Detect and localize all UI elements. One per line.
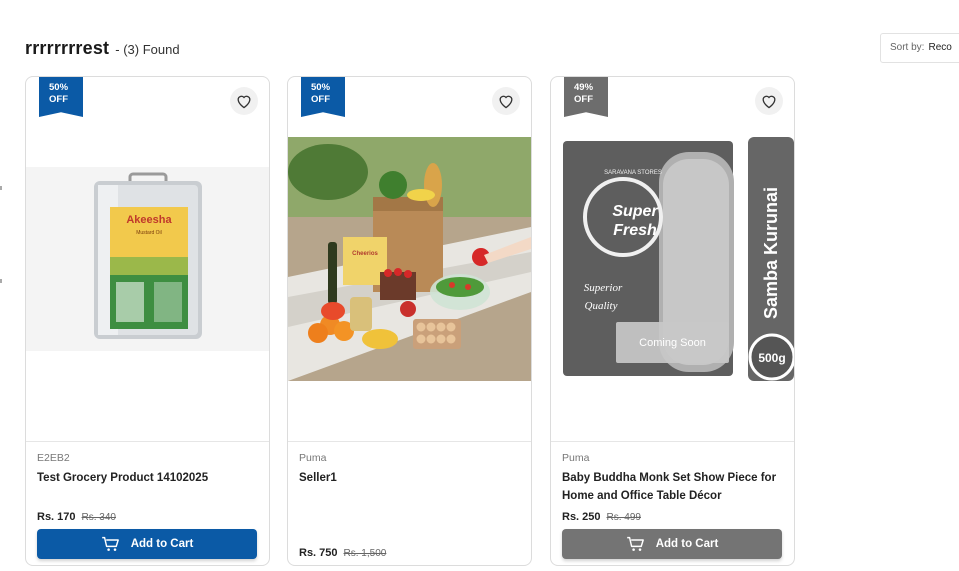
discount-badge: 50% OFF [301, 77, 345, 117]
product-name[interactable]: Test Grocery Product 14102025 [37, 469, 259, 487]
price-row: Rs. 170 Rs. 340 [37, 511, 116, 523]
original-price: Rs. 499 [606, 512, 641, 523]
package-tag-1: Superior [584, 282, 623, 294]
heart-icon [499, 95, 513, 109]
add-to-cart-label: Add to Cart [655, 538, 719, 550]
heart-icon [762, 95, 776, 109]
results-header: rrrrrrrrest - (3) Found [25, 38, 180, 59]
edge-mark [0, 279, 2, 283]
product-image[interactable]: Cheerios [288, 77, 531, 441]
card-divider [551, 441, 794, 442]
cart-icon [101, 536, 119, 551]
package-tag-2: Quality [585, 300, 618, 312]
sort-label: Sort by: [890, 42, 925, 53]
product-card[interactable]: 50% OFF Cheerios Puma Seller1 Rs. 750 Rs… [287, 76, 532, 566]
discount-badge: 50% OFF [39, 77, 83, 117]
wishlist-button[interactable] [755, 87, 783, 115]
add-to-cart-label: Add to Cart [130, 538, 194, 550]
sort-value: Reco [928, 42, 952, 53]
discount-percent: 50% [311, 82, 331, 93]
product-price: Rs. 250 [562, 511, 601, 523]
package-product-name: Samba Kurunai [761, 187, 781, 319]
original-price: Rs. 1,500 [343, 548, 387, 559]
package-store-text: SARAVANA STORES [604, 170, 662, 176]
product-name[interactable]: Baby Buddha Monk Set Show Piece for Home… [562, 469, 784, 505]
discount-badge: 49% OFF [564, 77, 608, 117]
oil-brand-text: Akeesha [126, 214, 172, 226]
cereal-box-text: Cheerios [352, 251, 378, 257]
product-image[interactable]: Akeesha Mustard Oil [26, 77, 269, 441]
wishlist-button[interactable] [230, 87, 258, 115]
discount-off-label: OFF [49, 94, 68, 105]
search-query: rrrrrrrrest [25, 38, 110, 58]
package-brand-1: Super [612, 203, 658, 220]
discount-off-label: OFF [574, 94, 593, 105]
product-card[interactable]: 50% OFF Akeesha Mustard Oil E2EB2 Test G… [25, 76, 270, 566]
results-count: - (3) Found [115, 42, 180, 57]
card-divider [26, 441, 269, 442]
price-row: Rs. 750 Rs. 1,500 [299, 547, 386, 559]
product-image[interactable]: SARAVANA STORES Super Fresh Superior Qua… [551, 77, 794, 441]
card-divider [288, 441, 531, 442]
edge-mark [0, 186, 2, 190]
discount-off-label: OFF [311, 94, 330, 105]
product-card[interactable]: 49% OFF SARAVANA STORES Super Fresh Supe… [550, 76, 795, 566]
discount-percent: 49% [574, 82, 594, 93]
product-name[interactable]: Seller1 [299, 469, 521, 487]
cart-icon [626, 536, 644, 551]
product-brand: Puma [299, 452, 327, 464]
original-price: Rs. 340 [81, 512, 116, 523]
add-to-cart-button[interactable]: Add to Cart [37, 529, 257, 559]
heart-icon [237, 95, 251, 109]
product-brand: Puma [562, 452, 590, 464]
discount-percent: 50% [49, 82, 69, 93]
oil-type-text: Mustard Oil [136, 230, 162, 236]
add-to-cart-button[interactable]: Add to Cart [562, 529, 782, 559]
wishlist-button[interactable] [492, 87, 520, 115]
price-row: Rs. 250 Rs. 499 [562, 511, 641, 523]
package-brand-2: Fresh [613, 222, 657, 239]
sort-dropdown[interactable]: Sort by: Reco [880, 33, 959, 63]
product-price: Rs. 170 [37, 511, 76, 523]
package-weight: 500g [758, 351, 785, 365]
product-brand: E2EB2 [37, 452, 70, 464]
coming-soon-badge: Coming Soon [616, 322, 729, 363]
product-price: Rs. 750 [299, 547, 338, 559]
